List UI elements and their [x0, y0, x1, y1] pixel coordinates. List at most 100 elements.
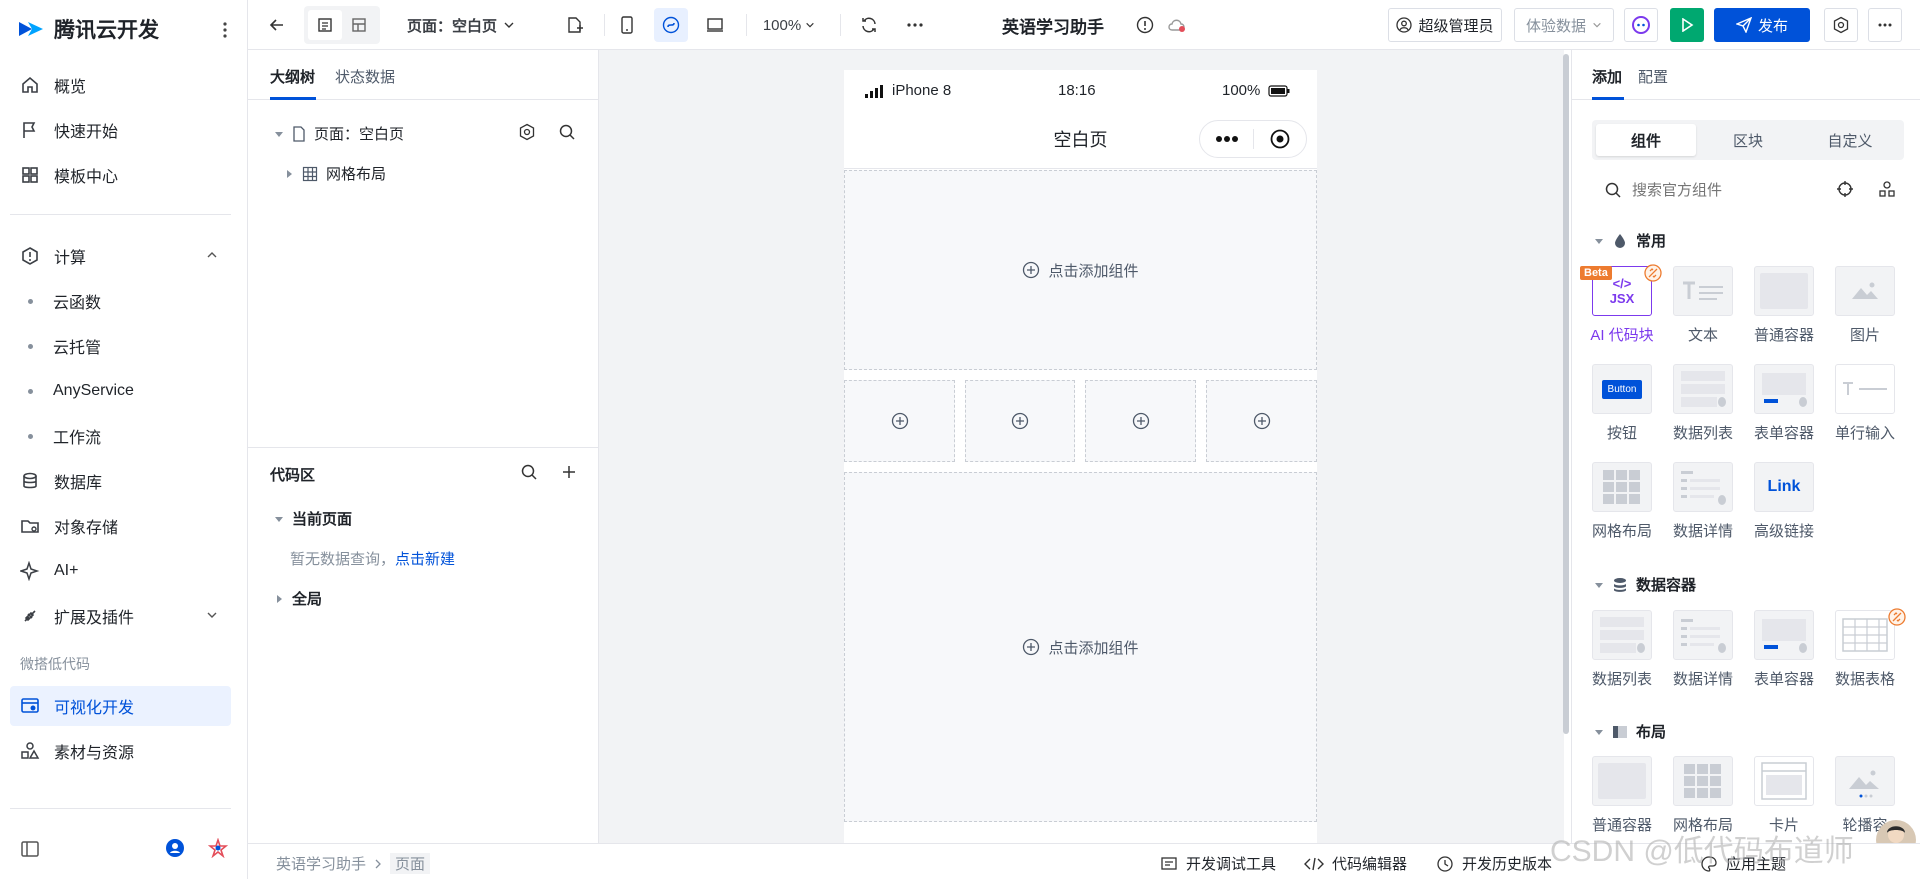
component-container[interactable]: 普通容器	[1590, 756, 1654, 840]
page-selector[interactable]: 页面：空白页	[396, 8, 526, 42]
seg-custom[interactable]: 自定义	[1800, 124, 1900, 156]
role-button[interactable]: 超级管理员	[1388, 8, 1502, 42]
component-form-container[interactable]: 表单容器	[1752, 364, 1816, 448]
mobile-device-icon[interactable]	[610, 8, 644, 42]
create-query-link[interactable]: 点击新建	[395, 551, 455, 568]
seg-components[interactable]: 组件	[1596, 124, 1696, 156]
more-vertical-icon[interactable]	[215, 18, 235, 42]
tree-global[interactable]: 全局	[274, 588, 322, 609]
locate-icon[interactable]	[1836, 180, 1856, 200]
info-alert-icon[interactable]	[1128, 8, 1162, 42]
brand[interactable]: 腾讯云开发	[16, 14, 159, 44]
colorful-star-icon[interactable]	[208, 838, 228, 858]
settings-button[interactable]	[1824, 8, 1858, 42]
page-view-icon[interactable]	[308, 10, 342, 40]
component-image[interactable]: 图片	[1833, 266, 1897, 350]
tree-node-page[interactable]: 页面：空白页	[274, 123, 404, 144]
grid-cell[interactable]	[965, 380, 1075, 462]
dev-tools-button[interactable]: 开发调试工具	[1160, 853, 1276, 874]
refresh-icon[interactable]	[852, 8, 886, 42]
nav-workflow[interactable]: 工作流	[10, 416, 231, 456]
grid-cell[interactable]	[1206, 380, 1317, 462]
add-icon[interactable]	[560, 463, 580, 483]
zoom-select[interactable]: 100%	[756, 8, 822, 42]
tree-current-page[interactable]: 当前页面	[274, 508, 352, 529]
nav-assets[interactable]: 素材与资源	[10, 731, 231, 771]
tab-state-data[interactable]: 状态数据	[335, 66, 395, 87]
tab-config[interactable]: 配置	[1638, 66, 1668, 87]
component-grid-layout[interactable]: 网格布局	[1590, 462, 1654, 546]
publish-button[interactable]: 发布	[1714, 8, 1810, 42]
layout-view-icon[interactable]	[342, 10, 376, 40]
code-editor-button[interactable]: 代码编辑器	[1304, 853, 1407, 874]
group-data-container-header[interactable]: 数据容器	[1594, 574, 1696, 595]
component-data-list[interactable]: 数据列表	[1671, 364, 1735, 448]
component-form-container[interactable]: 表单容器	[1752, 610, 1816, 694]
component-container[interactable]: 普通容器	[1752, 266, 1816, 350]
component-text[interactable]: 文本	[1671, 266, 1735, 350]
capsule-close-icon[interactable]	[1254, 129, 1306, 149]
nav-visual-dev[interactable]: 可视化开发	[10, 686, 231, 726]
nav-cloud-hosting[interactable]: 云托管	[10, 326, 231, 366]
app-theme-button[interactable]: 应用主题	[1700, 853, 1786, 874]
grid-cell[interactable]	[1085, 380, 1196, 462]
run-preview-button[interactable]	[1670, 8, 1704, 42]
nav-compute[interactable]: 计算	[10, 236, 231, 276]
component-manage-icon[interactable]	[1878, 180, 1898, 200]
component-advanced-link[interactable]: Link 高级链接	[1752, 462, 1816, 546]
drop-zone-bottom[interactable]: 点击添加组件	[844, 472, 1317, 822]
tree-node-grid-layout[interactable]: 网格布局	[284, 163, 386, 184]
drop-zone-top[interactable]: 点击添加组件	[844, 170, 1317, 370]
nav-anyservice[interactable]: AnyService	[10, 371, 231, 411]
desktop-device-icon[interactable]	[698, 8, 732, 42]
search-icon[interactable]	[558, 123, 578, 143]
breadcrumb-page[interactable]: 页面	[390, 853, 431, 874]
back-arrow-icon[interactable]	[262, 8, 292, 42]
component-label: 数据表格	[1834, 671, 1895, 688]
nav-database[interactable]: 数据库	[10, 461, 231, 501]
seg-blocks[interactable]: 区块	[1698, 124, 1798, 156]
ai-assistant-button[interactable]	[1624, 8, 1658, 42]
card-icon	[1761, 762, 1807, 800]
cloud-sync-icon[interactable]	[1160, 8, 1194, 42]
group-layout-header[interactable]: 布局	[1594, 721, 1666, 742]
collapse-sidebar-icon[interactable]	[20, 840, 40, 858]
component-button[interactable]: Button 按钮	[1590, 364, 1654, 448]
active-tab-indicator	[270, 97, 316, 100]
miniprogram-device-icon[interactable]	[654, 8, 688, 42]
breadcrumb-app[interactable]: 英语学习助手	[276, 853, 366, 874]
group-common-header[interactable]: 常用	[1594, 230, 1666, 251]
nav-extensions[interactable]: 扩展及插件	[10, 596, 231, 636]
tab-add[interactable]: 添加	[1592, 66, 1622, 87]
page-settings-icon[interactable]	[518, 123, 538, 143]
component-grid-layout[interactable]: 网格布局	[1671, 756, 1735, 840]
component-data-detail[interactable]: 数据详情	[1671, 462, 1735, 546]
nav-quick-start[interactable]: 快速开始	[10, 110, 231, 150]
nav-object-storage[interactable]: 对象存储	[10, 506, 231, 546]
more-menu-button[interactable]	[1868, 8, 1902, 42]
component-search[interactable]	[1592, 172, 1904, 208]
data-env-select[interactable]: 体验数据	[1514, 8, 1614, 42]
component-data-list[interactable]: 数据列表	[1590, 610, 1654, 694]
component-search-input[interactable]	[1632, 181, 1822, 199]
carousel-thumb	[1835, 756, 1895, 806]
tab-outline-tree[interactable]: 大纲树	[270, 66, 315, 87]
nav-template-center[interactable]: 模板中心	[10, 155, 231, 195]
canvas-scrollbar[interactable]	[1563, 54, 1569, 734]
component-card[interactable]: 卡片	[1752, 756, 1816, 840]
component-data-detail[interactable]: 数据详情	[1671, 610, 1735, 694]
link-thumb-label: Link	[1767, 478, 1801, 495]
capsule-more-icon[interactable]	[1200, 135, 1253, 143]
miniprogram-capsule[interactable]	[1199, 120, 1307, 158]
add-page-icon[interactable]	[558, 8, 592, 42]
nav-ai-plus[interactable]: AI+	[10, 551, 231, 591]
component-label: 文本	[1687, 327, 1718, 344]
grid-cell[interactable]	[844, 380, 955, 462]
component-single-input[interactable]: 单行输入	[1833, 364, 1897, 448]
search-icon[interactable]	[520, 463, 540, 483]
nav-overview[interactable]: 概览	[10, 65, 231, 105]
more-horizontal-icon[interactable]	[898, 8, 932, 42]
nav-cloud-function[interactable]: 云函数	[10, 281, 231, 321]
history-button[interactable]: 开发历史版本	[1436, 853, 1552, 874]
user-avatar-icon[interactable]	[165, 838, 185, 858]
